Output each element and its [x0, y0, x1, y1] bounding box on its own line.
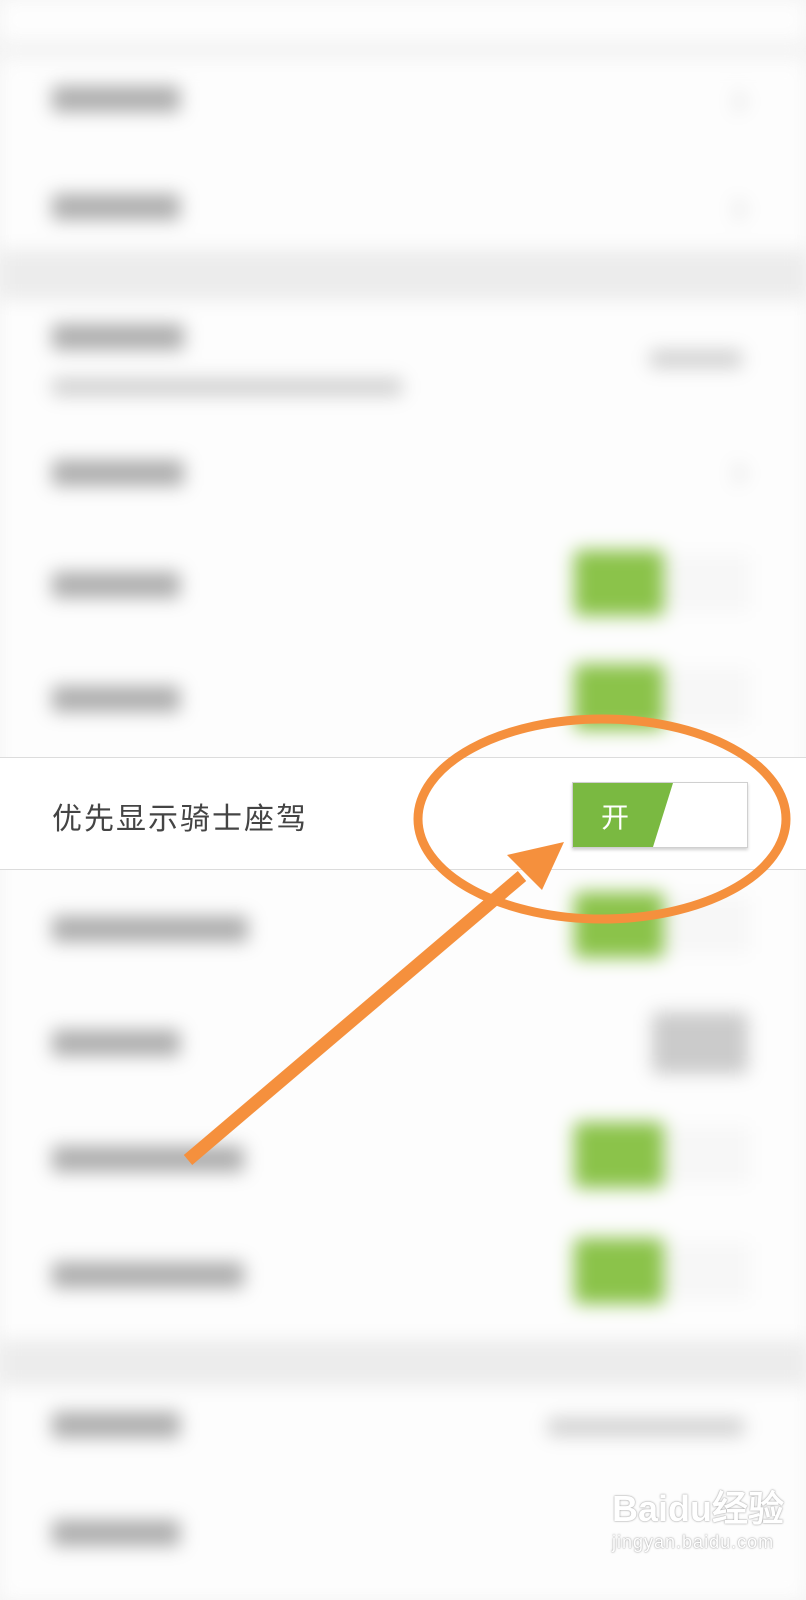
watermark-sub: jingyan.baidu.com [612, 1532, 775, 1552]
baidu-watermark: Baidu经验 jingyan.baidu.com [612, 1480, 784, 1553]
blurred-value [548, 1418, 744, 1436]
blurred-button [652, 1012, 748, 1074]
group-gap [0, 250, 806, 300]
blurred-label [52, 1262, 244, 1288]
blurred-value [650, 350, 742, 368]
blurred-label [52, 1520, 180, 1546]
knight-mount-toggle[interactable]: 开 [572, 782, 748, 848]
blurred-label [52, 916, 248, 942]
blurred-toggle [574, 1238, 750, 1304]
blurred-label [52, 1412, 180, 1438]
watermark-main: Baidu经验 [612, 1488, 785, 1529]
blurred-toggle [574, 1122, 750, 1188]
blurred-label [52, 1030, 180, 1056]
group-gap [0, 1340, 806, 1386]
blurred-toggle [574, 550, 750, 616]
blurred-toggle [574, 892, 750, 958]
toggle-on-label: 开 [601, 801, 630, 834]
setting-label: 优先显示骑士座驾 [52, 802, 308, 837]
blurred-label [52, 686, 180, 712]
blurred-toggle [574, 664, 750, 730]
blurred-label [52, 86, 180, 112]
top-bar [0, 0, 806, 40]
blurred-label [52, 1146, 244, 1172]
blurred-sublabel [52, 378, 402, 396]
blurred-label [52, 572, 180, 598]
blurred-label [52, 324, 184, 350]
blurred-label [52, 460, 184, 486]
blurred-label [52, 194, 180, 220]
setting-row-knight-mount[interactable]: 优先显示骑士座驾 开 [0, 757, 806, 870]
